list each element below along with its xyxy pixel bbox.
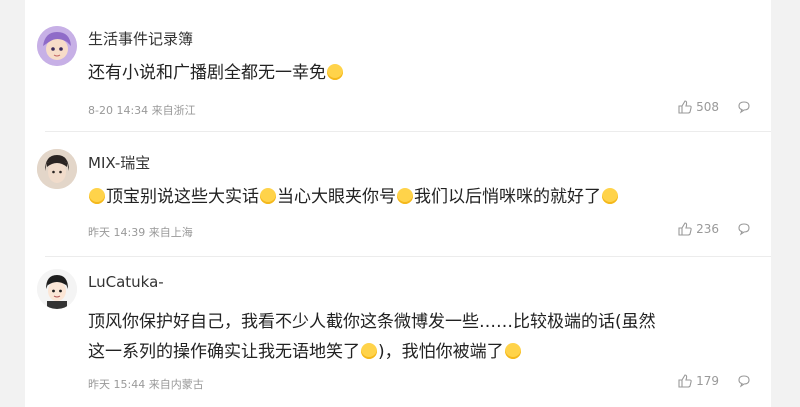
comment-actions: 179 xyxy=(678,374,751,388)
comment-date: 昨天 14:39 xyxy=(88,226,146,239)
comment-text-body: 还有小说和广播剧全都无一幸免 xyxy=(88,63,326,83)
comment-text-part: 顶宝别说这些大实话 xyxy=(106,187,259,207)
thinking-emoji-icon xyxy=(397,188,413,204)
comment-reply-icon[interactable] xyxy=(737,100,751,114)
comment-text-part: 这一系列的操作确实让我无语地笑了 xyxy=(88,342,360,362)
avatar[interactable] xyxy=(37,26,77,66)
thinking-emoji-icon xyxy=(260,188,276,204)
comment-username[interactable]: MIX-瑞宝 xyxy=(88,152,150,173)
comment-item: LuCatuka- 顶风你保护好自己，我看不少人截你这条微博发一些……比较极端的… xyxy=(25,257,771,407)
thumbs-up-icon xyxy=(678,374,692,388)
thinking-emoji-icon xyxy=(89,188,105,204)
like-count: 179 xyxy=(696,374,719,388)
like-count: 508 xyxy=(696,100,719,114)
like-count: 236 xyxy=(696,222,719,236)
comment-location: 来自浙江 xyxy=(151,104,196,117)
like-button[interactable]: 179 xyxy=(678,374,719,388)
comment-text-part: 我们以后悄咪咪的就好了 xyxy=(414,187,601,207)
avatar[interactable] xyxy=(37,149,77,189)
comment-text-part: )，我怕你被端了 xyxy=(378,342,504,362)
comment-location: 来自内蒙古 xyxy=(148,378,204,391)
comment-item: 生活事件记录簿 还有小说和广播剧全都无一幸免 8-20 14:34 来自浙江 5… xyxy=(25,0,771,131)
avatar[interactable] xyxy=(37,269,77,309)
cartoon-boy-avatar-icon xyxy=(37,269,77,309)
comment-reply-icon[interactable] xyxy=(737,222,751,236)
laughing-tears-emoji-icon xyxy=(327,64,343,80)
smile-emoji-icon xyxy=(361,343,377,359)
thumbs-up-icon xyxy=(678,100,692,114)
comment-actions: 508 xyxy=(678,100,751,114)
comment-location: 来自上海 xyxy=(148,226,193,239)
comment-meta: 昨天 15:44 来自内蒙古 xyxy=(88,376,204,392)
comment-text: 还有小说和广播剧全都无一幸免 xyxy=(88,58,748,88)
comment-meta: 昨天 14:39 来自上海 xyxy=(88,224,193,240)
anime-girl-avatar-icon xyxy=(37,26,77,66)
like-button[interactable]: 236 xyxy=(678,222,719,236)
comment-meta: 8-20 14:34 来自浙江 xyxy=(88,102,196,118)
laughing-tears-emoji-icon xyxy=(504,343,521,359)
comment-text: 顶风你保护好自己，我看不少人截你这条微博发一些……比较极端的话(虽然 这一系列的… xyxy=(88,307,748,367)
comment-item: MIX-瑞宝 顶宝别说这些大实话 当心大眼夹你号 我们以后悄咪咪的就好了 昨天 14… xyxy=(25,132,771,257)
comment-text-part: 当心大眼夹你号 xyxy=(277,187,396,207)
comment-actions: 236 xyxy=(678,222,751,236)
portrait-avatar-icon xyxy=(37,149,77,189)
comment-date: 8-20 14:34 xyxy=(88,104,149,117)
thumbs-up-icon xyxy=(678,222,692,236)
comment-text: 顶宝别说这些大实话 当心大眼夹你号 我们以后悄咪咪的就好了 xyxy=(88,182,748,212)
comment-date: 昨天 15:44 xyxy=(88,378,146,391)
comment-text-line: 这一系列的操作确实让我无语地笑了 )，我怕你被端了 xyxy=(88,337,748,367)
comment-username[interactable]: 生活事件记录簿 xyxy=(88,28,193,49)
comment-reply-icon[interactable] xyxy=(737,374,751,388)
like-button[interactable]: 508 xyxy=(678,100,719,114)
thinking-emoji-icon xyxy=(602,188,618,204)
comment-text-line: 顶风你保护好自己，我看不少人截你这条微博发一些……比较极端的话(虽然 xyxy=(88,312,656,332)
comments-panel: 生活事件记录簿 还有小说和广播剧全都无一幸免 8-20 14:34 来自浙江 5… xyxy=(25,0,771,407)
comment-username[interactable]: LuCatuka- xyxy=(88,273,164,291)
